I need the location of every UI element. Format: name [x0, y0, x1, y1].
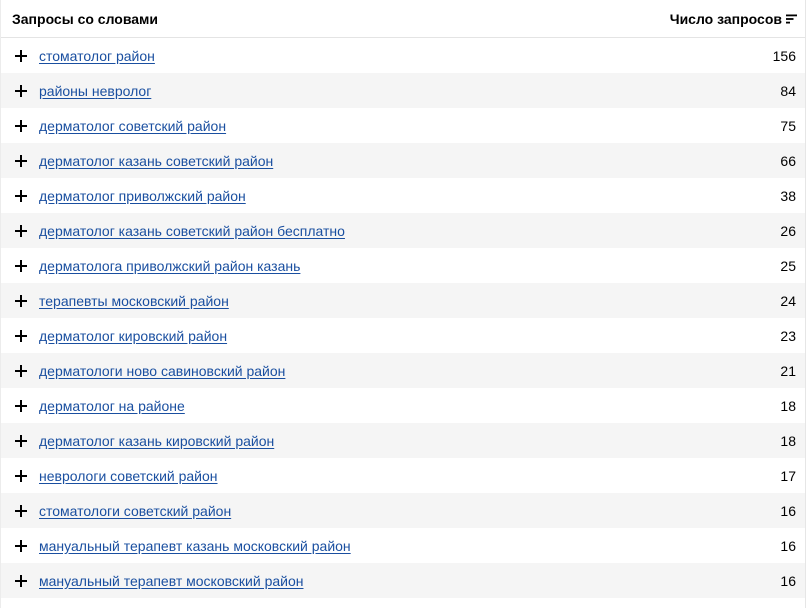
plus-icon[interactable] — [15, 119, 27, 132]
table-row: дерматолог казань советский район беспла… — [1, 213, 805, 248]
query-count: 16 — [780, 572, 796, 589]
query-link[interactable]: дерматолог советский район — [39, 118, 780, 134]
query-count: 38 — [780, 187, 796, 204]
plus-icon[interactable] — [15, 469, 27, 482]
queries-table: Запросы со словами Число запросов стомат… — [0, 0, 806, 608]
query-link[interactable]: дерматолог казань советский район — [39, 153, 780, 169]
table-row: дерматолог на районе 18 — [1, 388, 805, 423]
query-count: 24 — [780, 292, 796, 309]
table-row: неврологи советский район 17 — [1, 458, 805, 493]
query-count: 156 — [772, 47, 796, 64]
plus-icon[interactable] — [15, 329, 27, 342]
query-link[interactable]: дерматолога приволжский район казань — [39, 258, 780, 274]
table-row: стоматолог район 156 — [1, 38, 805, 73]
table-row: дерматолог приволжский район 38 — [1, 178, 805, 213]
table-row: дерматологи ново савиновский район 21 — [1, 353, 805, 388]
plus-icon[interactable] — [15, 154, 27, 167]
column-header-queries: Запросы со словами — [12, 10, 159, 27]
query-link[interactable]: стоматолог район — [39, 48, 773, 64]
sort-descending-icon — [786, 14, 797, 23]
table-row: терапевты московский район 24 — [1, 283, 805, 318]
plus-icon[interactable] — [15, 574, 27, 587]
query-link[interactable]: мануальный терапевт московский район — [39, 573, 780, 589]
query-list: стоматолог район 156 районы невролог 84 … — [1, 38, 805, 598]
query-link[interactable]: дерматолог приволжский район — [39, 188, 780, 204]
plus-icon[interactable] — [15, 364, 27, 377]
plus-icon[interactable] — [15, 399, 27, 412]
column-header-count-sort[interactable]: Число запросов — [670, 11, 797, 27]
query-link[interactable]: стоматологи советский район — [39, 503, 780, 519]
table-row: дерматолог казань советский район 66 — [1, 143, 805, 178]
query-count: 18 — [780, 397, 796, 414]
query-link[interactable]: дерматологи ново савиновский район — [39, 363, 780, 379]
query-link[interactable]: мануальный терапевт казань московский ра… — [39, 538, 780, 554]
query-link[interactable]: дерматолог казань кировский район — [39, 433, 780, 449]
query-count: 21 — [780, 362, 796, 379]
query-count: 16 — [780, 537, 796, 554]
plus-icon[interactable] — [15, 539, 27, 552]
table-row: дерматолог советский район 75 — [1, 108, 805, 143]
query-count: 25 — [780, 257, 796, 274]
plus-icon[interactable] — [15, 189, 27, 202]
table-row: дерматолог кировский район 23 — [1, 318, 805, 353]
table-row: районы невролог 84 — [1, 73, 805, 108]
table-row: стоматологи советский район 16 — [1, 493, 805, 528]
column-header-count-label: Число запросов — [669, 10, 782, 27]
query-count: 23 — [780, 327, 796, 344]
query-link[interactable]: неврологи советский район — [39, 468, 780, 484]
query-link[interactable]: терапевты московский район — [39, 293, 780, 309]
plus-icon[interactable] — [15, 84, 27, 97]
plus-icon[interactable] — [15, 294, 27, 307]
query-link[interactable]: районы невролог — [39, 83, 780, 99]
query-count: 18 — [780, 432, 796, 449]
table-header: Запросы со словами Число запросов — [1, 0, 805, 38]
query-link[interactable]: дерматолог кировский район — [39, 328, 780, 344]
query-link[interactable]: дерматолог казань советский район беспла… — [39, 223, 780, 239]
query-count: 75 — [780, 117, 796, 134]
plus-icon[interactable] — [15, 434, 27, 447]
table-row: дерматолог казань кировский район 18 — [1, 423, 805, 458]
plus-icon[interactable] — [15, 504, 27, 517]
query-count: 16 — [780, 502, 796, 519]
query-count: 66 — [780, 152, 796, 169]
query-link[interactable]: дерматолог на районе — [39, 398, 780, 414]
table-row: мануальный терапевт казань московский ра… — [1, 528, 805, 563]
plus-icon[interactable] — [15, 49, 27, 62]
query-count: 17 — [780, 467, 796, 484]
plus-icon[interactable] — [15, 224, 27, 237]
query-count: 26 — [780, 222, 796, 239]
query-count: 84 — [780, 82, 796, 99]
table-row: дерматолога приволжский район казань 25 — [1, 248, 805, 283]
plus-icon[interactable] — [15, 259, 27, 272]
table-row: мануальный терапевт московский район 16 — [1, 563, 805, 598]
